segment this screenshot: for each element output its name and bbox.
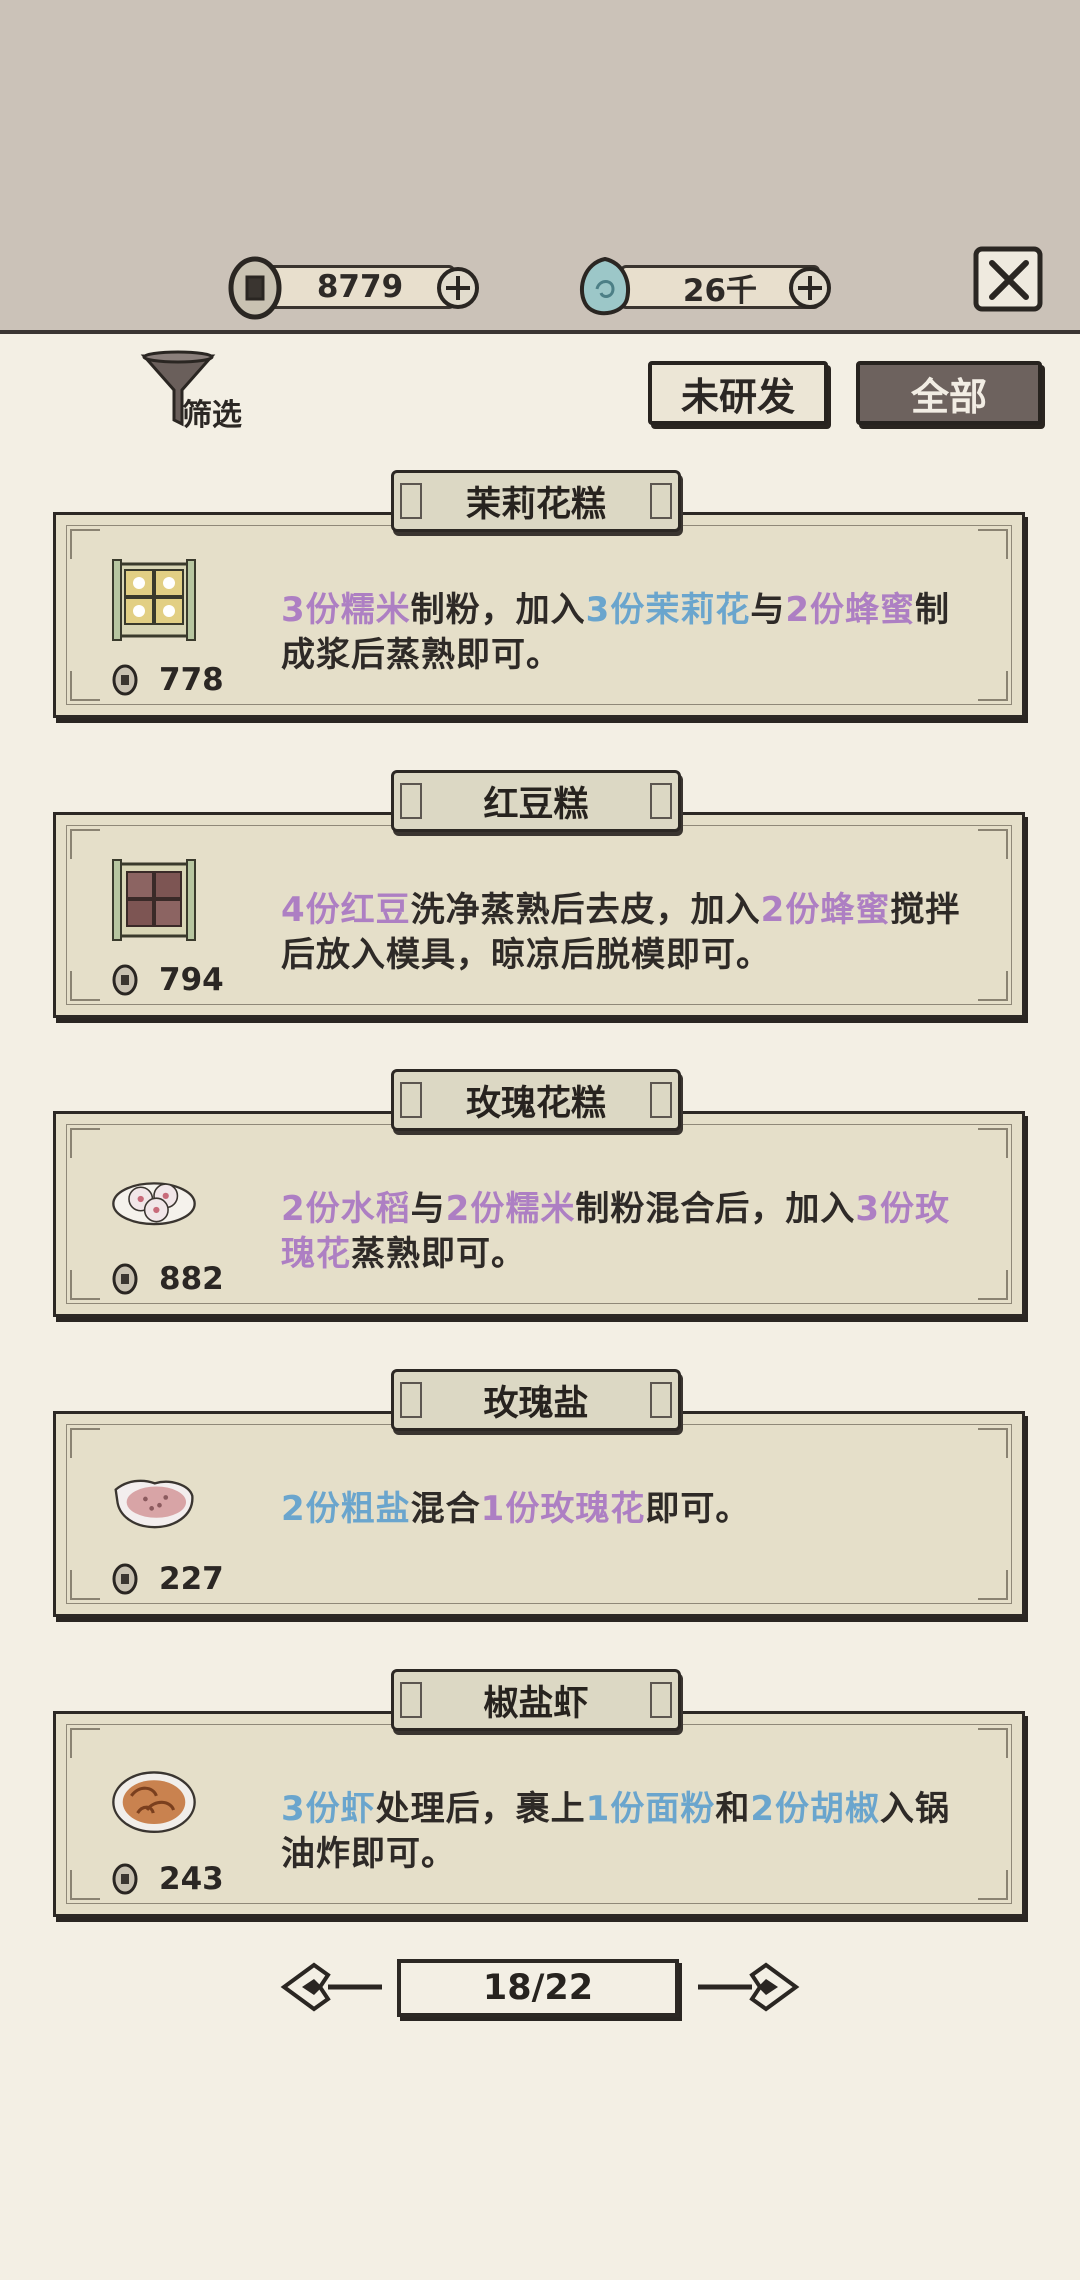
- recipe-description: 3份糯米制粉，加入3份茉莉花与2份蜂蜜制成浆后蒸熟即可。: [281, 588, 981, 678]
- ingredient-text: 3份虾: [281, 1789, 376, 1829]
- add-coins-icon[interactable]: [433, 263, 483, 313]
- recipe-price: 794: [111, 962, 224, 998]
- coin-currency: 8779: [225, 255, 485, 320]
- recipe-price: 778: [111, 662, 224, 698]
- ingredient-text: 2份糯米: [445, 1189, 576, 1229]
- copper-coin-icon: [228, 256, 282, 320]
- top-bar-edge: [0, 330, 1080, 344]
- recipe-card[interactable]: 椒盐虾 243 3份虾处理后，裹上1份面粉和2份胡椒入锅油炸即可。: [53, 1669, 1025, 1917]
- red-bean-cake-icon: [111, 852, 197, 948]
- recipe-price-value: 778: [159, 662, 224, 698]
- recipe-text: 制粉，加入: [410, 590, 586, 630]
- filter-button[interactable]: 筛选: [140, 350, 260, 433]
- recipe-description: 2份粗盐混合1份玫瑰花即可。: [281, 1487, 981, 1532]
- top-bar: [0, 0, 1080, 335]
- recipe-price-value: 882: [159, 1261, 224, 1297]
- close-icon[interactable]: [970, 245, 1048, 315]
- tab-unresearched[interactable]: 未研发: [648, 361, 828, 425]
- copper-coin-icon: [112, 1563, 138, 1595]
- prev-page-icon[interactable]: [278, 1955, 388, 2019]
- recipe-price: 227: [111, 1561, 224, 1597]
- recipe-name: 红豆糕: [391, 770, 681, 832]
- recipe-description: 3份虾处理后，裹上1份面粉和2份胡椒入锅油炸即可。: [281, 1787, 981, 1877]
- copper-coin-icon: [112, 964, 138, 996]
- ingredient-text: 4份红豆: [281, 890, 411, 930]
- ingredient-text: 2份粗盐: [281, 1489, 411, 1529]
- recipe-text: 洗净蒸熟后去皮，加入: [410, 890, 761, 930]
- add-jade-icon[interactable]: [785, 263, 835, 313]
- jade-currency: 26千: [575, 255, 845, 316]
- recipe-name: 椒盐虾: [391, 1669, 681, 1731]
- copper-coin-icon: [112, 1863, 138, 1895]
- ingredient-text: 3份糯米: [281, 590, 411, 630]
- recipe-text: 和: [715, 1789, 751, 1829]
- rose-cake-icon: [111, 1151, 197, 1247]
- copper-coin-icon: [112, 664, 138, 696]
- recipe-text: 制粉混合后，加入: [575, 1189, 856, 1229]
- recipe-text: 处理后，裹上: [375, 1789, 586, 1829]
- recipe-description: 4份红豆洗净蒸熟后去皮，加入2份蜂蜜搅拌后放入模具，晾凉后脱模即可。: [281, 888, 981, 978]
- recipe-card[interactable]: 玫瑰盐 227 2份粗盐混合1份玫瑰花即可。: [53, 1369, 1025, 1617]
- jade-icon: [579, 256, 630, 316]
- ingredient-text: 2份胡椒: [750, 1789, 881, 1829]
- salt-pepper-shrimp-icon: [111, 1751, 197, 1847]
- jasmine-cake-icon: [111, 552, 197, 648]
- ingredient-text: 2份蜂蜜: [785, 590, 916, 630]
- ingredient-text: 1份玫瑰花: [480, 1489, 646, 1529]
- ingredient-text: 1份面粉: [585, 1789, 716, 1829]
- filter-label: 筛选: [182, 398, 242, 433]
- recipe-text: 与: [750, 590, 786, 630]
- recipe-card[interactable]: 红豆糕 794 4份红豆洗净蒸熟后去皮，加入2份蜂蜜搅拌后放入模具，晾凉后脱模即…: [53, 770, 1025, 1018]
- recipe-price: 882: [111, 1261, 224, 1297]
- recipe-name: 茉莉花糕: [391, 470, 681, 532]
- recipe-text: 混合: [410, 1489, 481, 1529]
- recipe-price-value: 794: [159, 962, 224, 998]
- recipe-card[interactable]: 玫瑰花糕 882 2份水稻与2份糯米制粉混合后，加入3份玫瑰花蒸熟即可。: [53, 1069, 1025, 1317]
- recipe-price: 243: [111, 1861, 224, 1897]
- recipe-text: 蒸熟即可。: [351, 1234, 526, 1274]
- ingredient-text: 3份茉莉花: [585, 590, 751, 630]
- recipe-text: 即可。: [645, 1489, 751, 1529]
- page-indicator: 18/22: [397, 1959, 679, 2017]
- pager: 18/22: [0, 1955, 1080, 2025]
- next-page-icon[interactable]: [692, 1955, 802, 2019]
- recipe-description: 2份水稻与2份糯米制粉混合后，加入3份玫瑰花蒸熟即可。: [281, 1187, 981, 1277]
- recipe-price-value: 227: [159, 1561, 224, 1597]
- recipe-price-value: 243: [159, 1861, 224, 1897]
- coin-amount: 8779: [265, 265, 455, 309]
- recipe-card[interactable]: 茉莉花糕 778 3份糯米制粉，加入3份茉莉花与2份蜂蜜制成浆后蒸熟即可。: [53, 470, 1025, 718]
- rose-salt-icon: [111, 1451, 197, 1547]
- copper-coin-icon: [112, 1263, 138, 1295]
- ingredient-text: 2份水稻: [281, 1189, 411, 1229]
- ingredient-text: 2份蜂蜜: [760, 890, 891, 930]
- recipe-text: 与: [410, 1189, 446, 1229]
- tab-all[interactable]: 全部: [856, 361, 1042, 425]
- recipe-name: 玫瑰盐: [391, 1369, 681, 1431]
- recipe-name: 玫瑰花糕: [391, 1069, 681, 1131]
